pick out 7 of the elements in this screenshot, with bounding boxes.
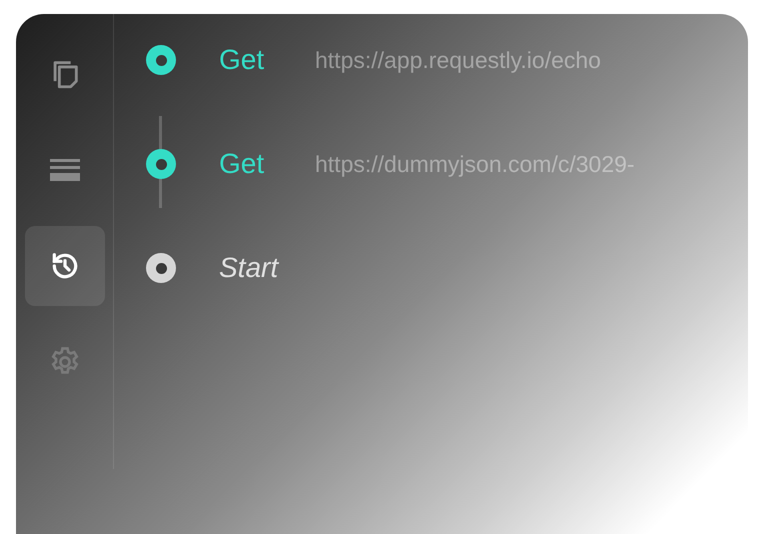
start-label: Start [219,251,278,285]
method-label: Get [219,43,266,77]
history-button[interactable] [24,226,104,306]
url-text: https://app.requestly.io/echo [315,46,601,75]
list-icon [48,157,80,183]
method-label: Get [219,147,266,181]
url-text: https://dummyjson.com/c/3029- [315,150,635,179]
